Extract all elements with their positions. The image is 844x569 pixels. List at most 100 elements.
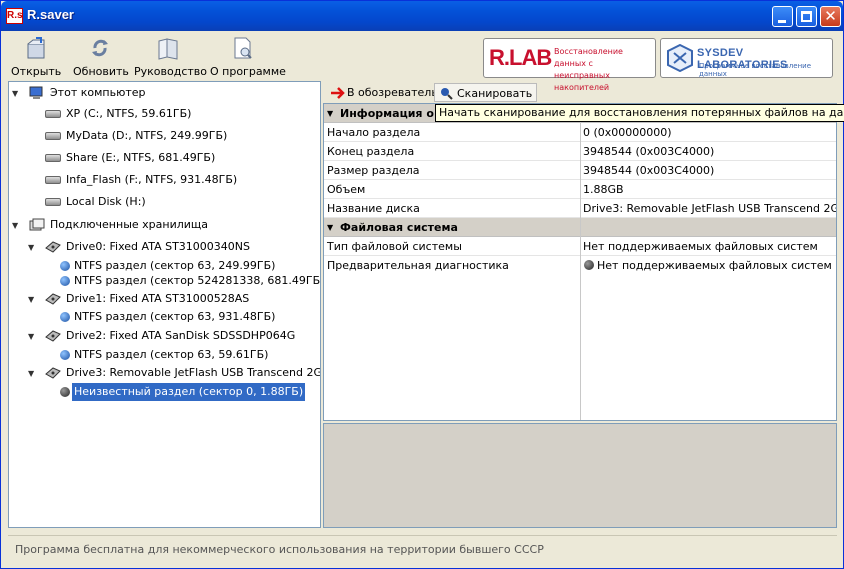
prop-value: Нет поддерживаемых файловых систем — [583, 256, 832, 275]
collapse-icon[interactable]: ▼ — [327, 218, 333, 237]
prop-value-text: Нет поддерживаемых файловых систем — [597, 259, 832, 272]
hard-disk-icon — [45, 241, 61, 253]
tree-label: Drive3: Removable JetFlash USB Transcend… — [66, 366, 321, 379]
tree-label: Drive0: Fixed ATA ST31000340NS — [66, 240, 250, 253]
details-pane: В обозреватель Сканировать ▼ Информация … — [323, 81, 837, 528]
tree-label: NTFS раздел (сектор 524281338, 681.49ГБ) — [74, 274, 321, 287]
tree-label: NTFS раздел (сектор 63, 59.61ГБ) — [74, 348, 269, 361]
partition-icon — [60, 350, 70, 360]
collapse-icon[interactable]: ▼ — [28, 243, 37, 252]
to-browser-button[interactable]: В обозреватель — [327, 83, 438, 102]
open-label: Открыть — [11, 65, 62, 78]
tree-node-volume-e[interactable]: Share (E:, NTFS, 681.49ГБ) — [9, 149, 320, 167]
prop-value: 1.88GB — [583, 183, 624, 196]
partition-icon — [60, 312, 70, 322]
action-bar: В обозреватель Сканировать — [323, 81, 837, 103]
scan-icon — [441, 88, 453, 100]
partition-icon — [60, 276, 70, 286]
tree-node-drive2[interactable]: ▼ Drive2: Fixed ATA SanDisk SDSSDHP064G — [9, 327, 320, 345]
device-tree[interactable]: ▼ Этот компьютер XP (C:, NTFS, 59.61ГБ) … — [8, 81, 321, 528]
tree-node-drive3[interactable]: ▼ Drive3: Removable JetFlash USB Transce… — [9, 364, 320, 382]
tree-node-drive1-part1[interactable]: NTFS раздел (сектор 63, 931.48ГБ) — [9, 308, 320, 326]
tree-node-volume-f[interactable]: Infa_Flash (F:, NTFS, 931.48ГБ) — [9, 171, 320, 189]
close-button[interactable]: ✕ — [820, 6, 841, 27]
tree-node-drive3-part1[interactable]: Неизвестный раздел (сектор 0, 1.88ГБ) — [9, 383, 320, 401]
tree-node-drive1[interactable]: ▼ Drive1: Fixed ATA ST31000528AS — [9, 290, 320, 308]
tree-node-volume-d[interactable]: MyData (D:, NTFS, 249.99ГБ) — [9, 127, 320, 145]
book-icon — [155, 35, 181, 61]
rlab-mark: R.LAB — [489, 45, 552, 70]
collapse-icon[interactable]: ▼ — [327, 104, 333, 123]
refresh-label: Обновить — [73, 65, 129, 78]
tree-node-volume-c[interactable]: XP (C:, NTFS, 59.61ГБ) — [9, 105, 320, 123]
minimize-icon — [778, 20, 786, 23]
window-title: R.saver — [27, 7, 74, 22]
hard-disk-icon — [45, 293, 61, 305]
tree-label: Drive1: Fixed ATA ST31000528AS — [66, 292, 250, 305]
storage-icon — [29, 218, 45, 231]
scan-label: Сканировать — [457, 87, 533, 100]
drive-icon — [45, 132, 61, 140]
column-divider[interactable] — [580, 104, 581, 420]
collapse-icon[interactable]: ▼ — [28, 332, 37, 341]
drive-icon — [45, 154, 61, 162]
prop-value: Drive3: Removable JetFlash USB Transcend… — [583, 202, 837, 215]
collapse-icon[interactable]: ▼ — [28, 369, 37, 378]
drive-icon — [45, 176, 61, 184]
maximize-button[interactable] — [796, 6, 817, 27]
minimize-button[interactable] — [772, 6, 793, 27]
hard-disk-icon — [45, 330, 61, 342]
properties-grid[interactable]: ▼ Информация о р Начало раздела 0 (0x000… — [323, 103, 837, 421]
scan-button[interactable]: Сканировать — [434, 83, 538, 102]
partition-icon — [60, 261, 70, 271]
tree-node-computer[interactable]: ▼ Этот компьютер — [9, 84, 320, 102]
unknown-partition-icon — [60, 387, 70, 397]
category-label: Информация о р — [340, 107, 446, 120]
open-button[interactable]: Открыть — [11, 35, 61, 79]
scan-tooltip: Начать сканирование для восстановления п… — [435, 104, 844, 122]
drive-icon — [45, 110, 61, 118]
prop-value: Нет поддерживаемых файловых систем — [583, 240, 818, 253]
prop-key: Конец раздела — [327, 145, 415, 158]
open-folder-icon — [23, 35, 49, 61]
prop-key: Начало раздела — [327, 126, 421, 139]
tree-node-drive0[interactable]: ▼ Drive0: Fixed ATA ST31000340NS — [9, 238, 320, 256]
tree-label: XP (C:, NTFS, 59.61ГБ) — [66, 107, 192, 120]
app-logo-icon: R.s — [6, 8, 23, 24]
prop-key: Объем — [327, 183, 366, 196]
prop-key: Тип файловой системы — [327, 240, 462, 253]
tree-label: MyData (D:, NTFS, 249.99ГБ) — [66, 129, 228, 142]
collapse-icon[interactable]: ▼ — [28, 295, 37, 304]
maximize-icon — [801, 11, 812, 22]
tree-label: Этот компьютер — [50, 86, 146, 99]
prop-key: Название диска — [327, 202, 420, 215]
about-document-icon — [229, 35, 255, 61]
tree-node-volume-h[interactable]: Local Disk (H:) — [9, 193, 320, 211]
tree-label: Local Disk (H:) — [66, 195, 146, 208]
category-label: Файловая система — [340, 221, 458, 234]
rlab-logo[interactable]: R.LAB Восстановление данных с неисправны… — [483, 38, 656, 92]
close-icon: ✕ — [824, 7, 837, 25]
tree-node-drive2-part1[interactable]: NTFS раздел (сектор 63, 59.61ГБ) — [9, 346, 320, 364]
tree-label: Подключенные хранилища — [50, 218, 208, 231]
prop-value: 0 (0x00000000) — [583, 126, 672, 139]
tree-node-storages[interactable]: ▼ Подключенные хранилища — [9, 216, 320, 234]
sysdev-subtitle: Программное восстановление данных — [699, 62, 812, 78]
about-button[interactable]: О программе — [210, 35, 286, 79]
tree-node-drive0-part2[interactable]: NTFS раздел (сектор 524281338, 681.49ГБ) — [9, 272, 320, 290]
collapse-icon[interactable]: ▼ — [12, 221, 21, 230]
to-browser-label: В обозреватель — [347, 86, 438, 99]
sysdev-logo[interactable]: SYSDEV LABORATORIES Программное восстано… — [660, 38, 833, 78]
app-window: R.s R.saver ✕ Открыть Обновить Руководст… — [0, 0, 844, 569]
collapse-icon[interactable]: ▼ — [12, 89, 21, 98]
manual-button[interactable]: Руководство — [134, 35, 207, 79]
status-bar: Программа бесплатна для некоммерческого … — [8, 535, 837, 563]
prop-key: Предварительная диагностика — [327, 259, 509, 272]
refresh-icon — [87, 35, 113, 61]
hard-disk-icon — [45, 367, 61, 379]
tree-label: Infa_Flash (F:, NTFS, 931.48ГБ) — [66, 173, 238, 186]
refresh-button[interactable]: Обновить — [73, 35, 129, 79]
tree-label: Неизвестный раздел (сектор 0, 1.88ГБ) — [72, 383, 306, 401]
prop-key: Размер раздела — [327, 164, 420, 177]
title-bar[interactable]: R.s R.saver ✕ — [1, 1, 843, 31]
